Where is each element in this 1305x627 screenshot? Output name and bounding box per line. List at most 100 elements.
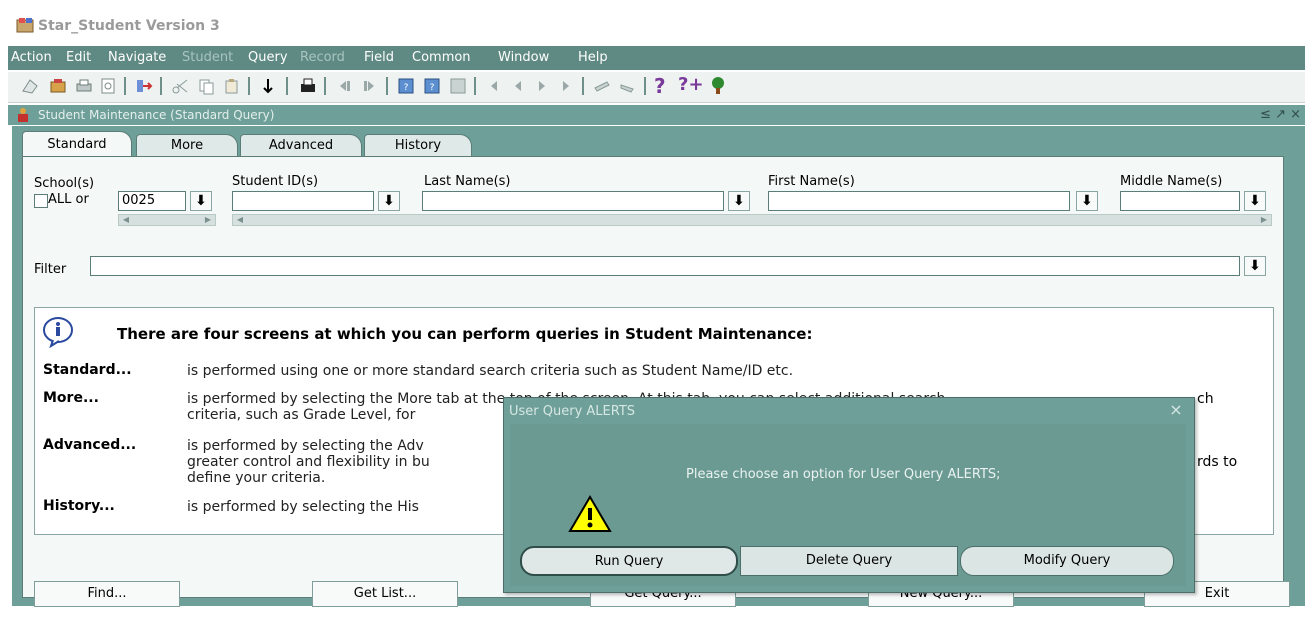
- middle-name-label: Middle Name(s): [1120, 174, 1223, 189]
- toolbar-separator: [582, 77, 584, 95]
- previous-record-icon[interactable]: [508, 76, 528, 96]
- menu-edit[interactable]: Edit: [66, 50, 91, 65]
- printer-form-icon[interactable]: [298, 76, 318, 96]
- last-name-lov-button[interactable]: ⬇: [728, 191, 750, 211]
- exit-form-icon[interactable]: [134, 76, 154, 96]
- last-block-icon[interactable]: [360, 76, 380, 96]
- school-scrollbar[interactable]: ◀ ▶: [118, 214, 216, 226]
- student-id-lov-button[interactable]: ⬇: [378, 191, 400, 211]
- help-icon[interactable]: ?: [654, 74, 666, 98]
- school-label: School(s): [34, 176, 95, 191]
- filter-field[interactable]: [90, 256, 1240, 276]
- preview-icon[interactable]: [98, 76, 118, 96]
- toolbar-separator: [124, 77, 126, 95]
- execute-query-icon[interactable]: ?: [422, 76, 442, 96]
- tab-history[interactable]: History: [364, 134, 472, 157]
- menu-record[interactable]: Record: [300, 50, 345, 65]
- first-block-icon[interactable]: [334, 76, 354, 96]
- info-icon: [43, 317, 73, 348]
- form-title: Student Maintenance (Standard Query): [38, 108, 275, 122]
- all-schools-checkbox[interactable]: [34, 194, 48, 208]
- menu-navigate[interactable]: Navigate: [108, 50, 166, 65]
- scroll-left-icon[interactable]: ◀: [119, 215, 133, 225]
- info-desc-more-tail: ch: [1197, 391, 1214, 407]
- student-id-label: Student ID(s): [232, 174, 319, 189]
- school-field[interactable]: 0025: [118, 191, 186, 211]
- toolbar-separator: [386, 77, 388, 95]
- tab-more[interactable]: More: [136, 134, 238, 157]
- delete-query-button[interactable]: Delete Query: [740, 546, 958, 576]
- toolbar-separator: [248, 77, 250, 95]
- window-title: Star_Student Version 3: [38, 18, 220, 34]
- find-button[interactable]: Find...: [34, 581, 180, 607]
- all-label: ALL or: [48, 192, 89, 207]
- student-id-field[interactable]: [232, 191, 374, 211]
- first-name-lov-button[interactable]: ⬇: [1076, 191, 1098, 211]
- app-icon: [16, 18, 34, 33]
- help-plus-icon[interactable]: ?+: [678, 74, 704, 95]
- info-term-standard: Standard...: [43, 362, 132, 378]
- toolbar-separator: [160, 77, 162, 95]
- toolbar-separator: [324, 77, 326, 95]
- info-desc-advanced-2: greater control and flexibility in bu: [187, 454, 430, 470]
- print-icon[interactable]: [74, 76, 94, 96]
- info-heading: There are four screens at which you can …: [117, 325, 813, 343]
- cut-icon[interactable]: [170, 76, 190, 96]
- middle-name-lov-button[interactable]: ⬇: [1244, 191, 1266, 211]
- tree-icon[interactable]: [708, 76, 728, 96]
- menu-help[interactable]: Help: [578, 50, 608, 65]
- toolbar-separator: [644, 77, 646, 95]
- info-term-advanced: Advanced...: [43, 437, 137, 453]
- filter-lov-button[interactable]: ⬇: [1244, 256, 1266, 276]
- close-icon[interactable]: ×: [1168, 401, 1184, 419]
- run-query-button[interactable]: Run Query: [520, 546, 738, 576]
- first-name-field[interactable]: [768, 191, 1070, 211]
- info-term-more: More...: [43, 390, 99, 406]
- clear-icon[interactable]: [20, 76, 40, 96]
- last-name-field[interactable]: [422, 191, 724, 211]
- menu-query[interactable]: Query: [248, 50, 288, 65]
- dialog-message: Please choose an option for User Query A…: [686, 467, 1001, 482]
- menu-window[interactable]: Window: [498, 50, 549, 65]
- scroll-right-icon[interactable]: ▶: [1257, 215, 1271, 225]
- menu-bar: Action Edit Navigate Student Query Recor…: [8, 46, 1305, 70]
- get-list-button[interactable]: Get List...: [312, 581, 458, 607]
- delete-record-icon[interactable]: [618, 76, 638, 96]
- tab-standard[interactable]: Standard: [22, 131, 132, 158]
- last-name-label: Last Name(s): [424, 174, 511, 189]
- tab-bar: Standard More Advanced History: [18, 131, 1218, 158]
- menu-field[interactable]: Field: [364, 50, 394, 65]
- tab-advanced[interactable]: Advanced: [240, 134, 362, 157]
- middle-name-field[interactable]: [1120, 191, 1240, 211]
- window-title-bar: Star_Student Version 3: [8, 12, 1305, 40]
- window-controls[interactable]: ≤ ↗ ×: [1260, 107, 1301, 122]
- scroll-right-icon[interactable]: ▶: [201, 215, 215, 225]
- cancel-query-icon[interactable]: [448, 76, 468, 96]
- form-title-bar: Student Maintenance (Standard Query) ≤ ↗…: [8, 105, 1305, 125]
- info-term-history: History...: [43, 498, 115, 514]
- menu-action[interactable]: Action: [11, 50, 52, 65]
- modify-query-button[interactable]: Modify Query: [960, 546, 1174, 576]
- info-desc-standard: is performed using one or more standard …: [187, 363, 794, 379]
- menu-student[interactable]: Student: [182, 50, 233, 65]
- last-record-icon[interactable]: [556, 76, 576, 96]
- names-scrollbar[interactable]: ◀ ▶: [232, 214, 1272, 226]
- user-query-alerts-dialog: User Query ALERTS × Please choose an opt…: [503, 397, 1195, 593]
- info-desc-advanced-3: define your criteria.: [187, 470, 326, 486]
- school-lov-button[interactable]: ⬇: [190, 191, 212, 211]
- info-desc-advanced: is performed by selecting the Adv: [187, 438, 424, 454]
- insert-record-icon[interactable]: [592, 76, 612, 96]
- toolbar: ? ? ? ?+: [8, 72, 1305, 103]
- scroll-left-icon[interactable]: ◀: [233, 215, 247, 225]
- dialog-title: User Query ALERTS: [509, 404, 636, 419]
- menu-common[interactable]: Common: [412, 50, 471, 65]
- save-icon[interactable]: [48, 76, 68, 96]
- first-record-icon[interactable]: [484, 76, 504, 96]
- info-desc-advanced-tail: rds to: [1197, 454, 1238, 470]
- copy-icon[interactable]: [196, 76, 216, 96]
- toolbar-separator: [474, 77, 476, 95]
- lov-down-icon[interactable]: [258, 76, 278, 96]
- paste-icon[interactable]: [222, 76, 242, 96]
- next-record-icon[interactable]: [532, 76, 552, 96]
- enter-query-icon[interactable]: ?: [396, 76, 416, 96]
